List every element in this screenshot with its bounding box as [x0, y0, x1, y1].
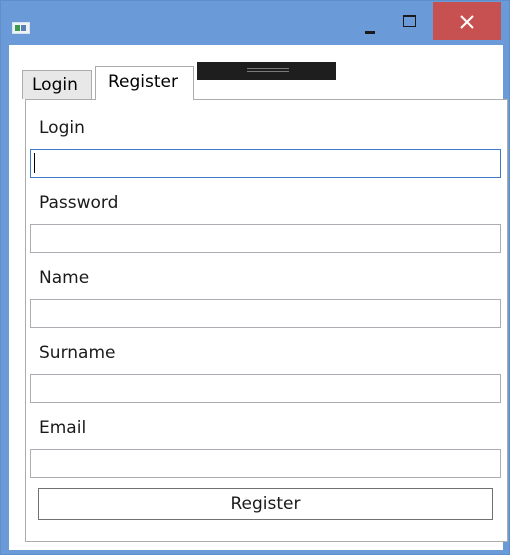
password-label: Password: [39, 193, 119, 213]
text-caret: [34, 153, 35, 173]
tab-login[interactable]: Login: [22, 70, 92, 99]
login-label: Login: [39, 118, 85, 138]
surname-input[interactable]: [30, 374, 501, 403]
title-bar[interactable]: [1, 1, 509, 45]
maximize-button[interactable]: [390, 7, 428, 37]
drag-handle[interactable]: [197, 62, 336, 80]
register-button[interactable]: Register: [38, 488, 493, 520]
login-input[interactable]: [30, 149, 501, 178]
close-icon: [460, 15, 474, 29]
name-label: Name: [39, 268, 90, 288]
surname-label: Surname: [39, 343, 116, 363]
name-input[interactable]: [30, 299, 501, 328]
tab-register-label: Register: [108, 72, 178, 92]
password-input[interactable]: [30, 224, 501, 253]
app-window-icon[interactable]: [12, 22, 30, 34]
tab-login-label: Login: [32, 75, 78, 95]
email-input[interactable]: [30, 449, 501, 478]
minimize-button[interactable]: [353, 7, 389, 37]
close-button[interactable]: [433, 2, 501, 40]
tab-register[interactable]: Register: [95, 66, 194, 100]
email-label: Email: [39, 418, 87, 438]
